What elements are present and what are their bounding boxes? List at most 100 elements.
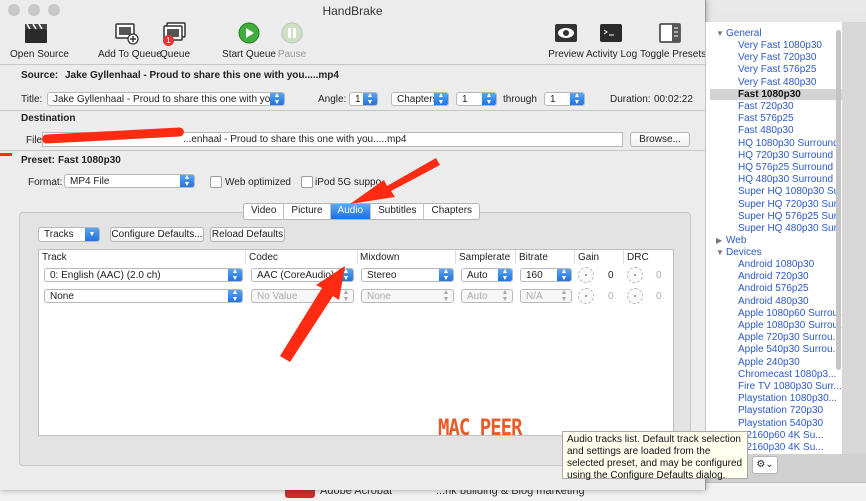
mixdown-select[interactable]: None ▲ ▼ — [361, 289, 454, 303]
preset-item[interactable]: ...2160p60 4K Su... — [738, 430, 824, 441]
column-header-gain: Gain — [578, 252, 600, 263]
preset-item[interactable]: Apple 240p30 — [738, 357, 800, 368]
preset-item[interactable]: Very Fast 576p25 — [738, 64, 816, 75]
settings-tabs: Video Picture Audio Subtitles Chapters — [243, 203, 481, 220]
title-select[interactable]: Jake Gyllenhaal - Proud to share this on… — [47, 92, 285, 106]
preset-item[interactable]: Android 1080p30 — [738, 259, 814, 270]
queue-button[interactable]: 1 Queue — [160, 20, 190, 60]
bitrate-select[interactable]: 160 ▲ ▼ — [520, 268, 572, 282]
preview-button[interactable]: Preview — [548, 20, 584, 60]
chevron-updown-icon: ▲ ▼ — [228, 269, 242, 281]
track-select[interactable]: 0: English (AAC) (2.0 ch) ▲ ▼ — [44, 268, 243, 282]
drc-knob[interactable] — [627, 288, 643, 304]
audio-tracks-table[interactable]: Track Codec Mixdown Samplerate Bitrate G… — [38, 249, 674, 436]
presets-gear-menu[interactable]: ⚙⌄ — [752, 456, 778, 474]
preset-item[interactable]: Very Fast 720p30 — [738, 52, 816, 63]
tab-video[interactable]: Video — [244, 204, 285, 219]
add-to-queue-button[interactable]: Add To Queue — [98, 20, 162, 60]
bitrate-select[interactable]: N/A ▲ ▼ — [520, 289, 572, 303]
pause-button[interactable]: Pause — [277, 20, 307, 60]
audio-tracks-tooltip: Audio tracks list. Default track selecti… — [562, 431, 748, 481]
preset-item[interactable]: Playstation 540p30 — [738, 418, 823, 429]
gain-knob[interactable] — [578, 288, 594, 304]
preset-label: Preset: — [21, 155, 55, 166]
presets-drawer-icon — [657, 20, 683, 46]
range-end-select[interactable]: 1 ▲ ▼ — [544, 92, 585, 106]
preset-item[interactable]: HQ 720p30 Surround — [738, 150, 833, 161]
preset-item[interactable]: Super HQ 480p30 Sur... — [738, 223, 845, 234]
preset-item[interactable]: Android 576p25 — [738, 283, 809, 294]
drc-value: 0 — [656, 270, 662, 281]
preset-item[interactable]: Apple 1080p60 Surrou... — [738, 308, 846, 319]
gain-knob[interactable] — [578, 267, 594, 283]
preset-item[interactable]: Chromecast 1080p3... — [738, 369, 836, 380]
destination-heading: Destination — [21, 113, 76, 124]
pause-label: Pause — [277, 49, 307, 60]
preset-item[interactable]: Very Fast 480p30 — [738, 77, 816, 88]
preset-item[interactable]: Fire TV 1080p30 Surr... — [738, 381, 842, 392]
preset-item[interactable]: Super HQ 720p30 Sur... — [738, 199, 845, 210]
format-label: Format: — [28, 177, 63, 188]
drc-knob[interactable] — [627, 267, 643, 283]
preset-category-general[interactable]: ▼ General — [716, 28, 762, 39]
tab-chapters[interactable]: Chapters — [424, 204, 479, 219]
samplerate-select[interactable]: Auto ▲ ▼ — [461, 289, 513, 303]
presets-scrollbar[interactable] — [836, 30, 841, 370]
activity-log-button[interactable]: Activity Log — [586, 20, 637, 60]
start-queue-label: Start Queue — [222, 49, 276, 60]
mixdown-select-value: None — [367, 291, 391, 302]
column-divider — [515, 250, 516, 264]
preset-category-devices[interactable]: ▼ Devices — [716, 247, 762, 258]
tab-audio[interactable]: Audio — [330, 204, 372, 219]
ipod-support-checkbox[interactable] — [301, 176, 313, 188]
preset-item[interactable]: Apple 720p30 Surrou... — [738, 332, 841, 343]
range-start-select[interactable]: 1 ▲ ▼ — [456, 92, 497, 106]
column-divider — [574, 250, 575, 264]
track-select-value: 0: English (AAC) (2.0 ch) — [50, 270, 161, 281]
tab-subtitles[interactable]: Subtitles — [371, 204, 425, 219]
preset-item[interactable]: Playstation 720p30 — [738, 405, 823, 416]
chevron-updown-icon: ▲ ▼ — [270, 93, 284, 105]
tab-picture[interactable]: Picture — [284, 204, 331, 219]
preset-item[interactable]: HQ 480p30 Surround — [738, 174, 833, 185]
preset-item[interactable]: Super HQ 576p25 Sur... — [738, 211, 845, 222]
watermark-text: MAC PEER — [438, 415, 523, 441]
column-header-samplerate: Samplerate — [459, 252, 511, 263]
preset-item[interactable]: Playstation 1080p30... — [738, 393, 837, 404]
codec-select[interactable]: AAC (CoreAudio) ▲ ▼ — [251, 268, 354, 282]
preset-item[interactable]: Android 720p30 — [738, 271, 809, 282]
preset-item[interactable]: Apple 540p30 Surrou... — [738, 344, 841, 355]
preset-item[interactable]: Fast 720p30 — [738, 101, 794, 112]
preset-item[interactable]: Fast 576p25 — [738, 113, 794, 124]
preset-item[interactable]: HQ 1080p30 Surround — [738, 138, 839, 149]
disclosure-open-icon: ▼ — [716, 29, 724, 38]
preset-item[interactable]: Fast 480p30 — [738, 125, 794, 136]
angle-select[interactable]: 1 ▲ ▼ — [349, 92, 378, 106]
web-optimized-checkbox[interactable] — [210, 176, 222, 188]
configure-defaults-button[interactable]: Configure Defaults... — [110, 227, 204, 242]
toggle-presets-button[interactable]: Toggle Presets — [640, 20, 706, 60]
range-type-select[interactable]: Chapters ▲ ▼ — [391, 92, 449, 106]
format-select[interactable]: MP4 File ▲ ▼ — [64, 174, 195, 188]
preset-item[interactable]: Super HQ 1080p30 Su... — [738, 186, 848, 197]
preset-item[interactable]: HQ 576p25 Surround — [738, 162, 833, 173]
open-source-button[interactable]: Open Source — [10, 20, 69, 60]
codec-select-value: AAC (CoreAudio) — [257, 270, 335, 281]
reload-defaults-button[interactable]: Reload Defaults — [210, 227, 285, 242]
preset-item[interactable]: Apple 1080p30 Surrou... — [738, 320, 846, 331]
chevron-updown-icon: ▲ ▼ — [442, 289, 450, 303]
duration-label: Duration: — [610, 94, 651, 105]
codec-select[interactable]: No Value ▲ ▼ — [251, 289, 354, 303]
source-label: Source: — [21, 70, 59, 81]
mixdown-select[interactable]: Stereo ▲ ▼ — [361, 268, 454, 282]
track-select[interactable]: None ▲ ▼ — [44, 289, 243, 303]
format-select-value: MP4 File — [70, 176, 110, 187]
tracks-menu-button[interactable]: Tracks ▼ — [38, 227, 100, 242]
start-queue-button[interactable]: Start Queue — [222, 20, 276, 60]
preset-item[interactable]: Very Fast 1080p30 — [738, 40, 822, 51]
browse-button[interactable]: Browse... — [630, 132, 690, 147]
preset-category-web[interactable]: ▶ Web — [716, 235, 746, 246]
preset-item[interactable]: ...2160p30 4K Su... — [738, 442, 824, 453]
samplerate-select[interactable]: Auto ▲ ▼ — [461, 268, 513, 282]
preset-item[interactable]: Android 480p30 — [738, 296, 809, 307]
